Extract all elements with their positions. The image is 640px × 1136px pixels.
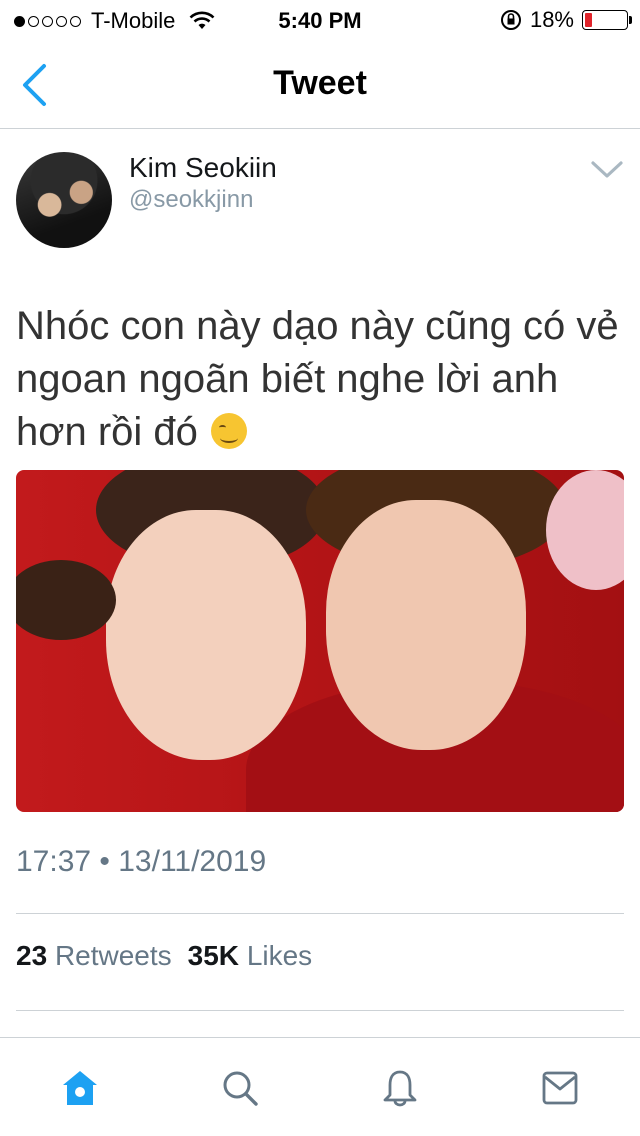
messages-icon: [542, 1071, 578, 1105]
home-icon: [63, 1071, 97, 1105]
status-left: T-Mobile: [14, 8, 215, 34]
wifi-icon: [189, 11, 215, 29]
search-icon: [223, 1071, 258, 1106]
rotation-lock-icon: [500, 10, 521, 30]
tweet-timestamp: 17:37 • 13/11/2019: [16, 845, 267, 878]
retweets-count: 23: [16, 940, 48, 971]
battery-icon: [582, 10, 632, 30]
tweet-photo[interactable]: [16, 470, 624, 812]
navigation-bar: Tweet: [0, 40, 640, 129]
smiling-face-emoji-icon: [211, 413, 248, 449]
page-title: Tweet: [273, 64, 367, 102]
tweet-text: Nhóc con này dạo này cũng có vẻ ngoan ng…: [16, 300, 624, 459]
likes-label: Likes: [246, 940, 313, 971]
likes-count: 35K: [187, 940, 240, 971]
tweet-author: Kim Seokiin @seokkjinn: [16, 150, 624, 250]
tweet-body: Nhóc con này dạo này cũng có vẻ ngoan ng…: [16, 304, 619, 454]
tab-bar: [0, 1037, 640, 1136]
notifications-icon: [383, 1070, 417, 1107]
battery-level-fill: [585, 13, 593, 27]
divider: [16, 1010, 624, 1011]
chevron-down-icon[interactable]: [590, 158, 624, 182]
tab-notifications[interactable]: [378, 1066, 422, 1110]
retweets-label: Retweets: [54, 940, 172, 971]
tweet-stats: 23 Retweets 35K Likes: [16, 940, 312, 972]
author-name[interactable]: Kim Seokiin: [129, 152, 277, 184]
carrier-label: T-Mobile: [91, 8, 176, 33]
status-right: 18%: [500, 7, 632, 33]
tab-search[interactable]: [218, 1066, 262, 1110]
tab-messages[interactable]: [538, 1066, 582, 1110]
tab-home[interactable]: [58, 1066, 102, 1110]
likes-stat[interactable]: 35K Likes: [188, 940, 313, 972]
author-handle[interactable]: @seokkjinn: [129, 186, 253, 214]
status-bar: T-Mobile 5:40 PM 18%: [0, 0, 640, 40]
avatar[interactable]: [16, 152, 112, 248]
divider: [16, 913, 624, 914]
signal-strength-icon: [14, 15, 81, 27]
retweets-stat[interactable]: 23 Retweets: [16, 940, 172, 972]
battery-percent: 18%: [529, 7, 574, 32]
